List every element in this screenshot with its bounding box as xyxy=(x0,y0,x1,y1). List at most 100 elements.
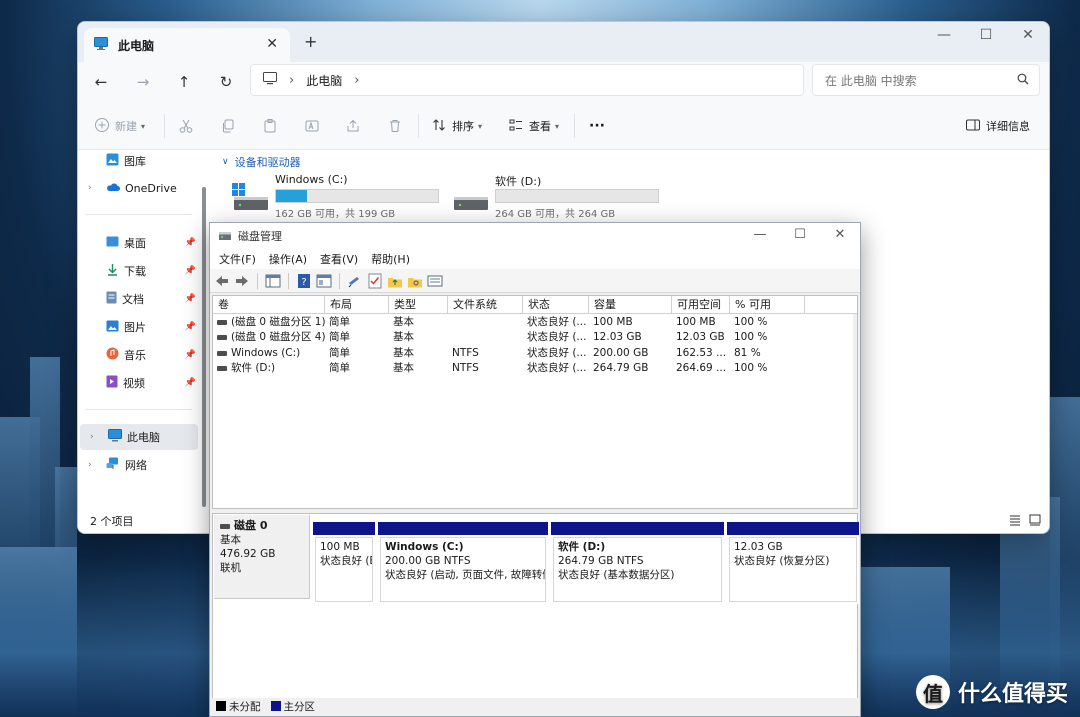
new-button[interactable]: 新建 ▾ xyxy=(94,114,145,138)
connect-icon[interactable] xyxy=(347,273,363,289)
partition-recovery[interactable]: 12.03 GB 状态良好 (恢复分区) xyxy=(727,522,859,604)
table-cell: 软件 (D:) xyxy=(231,362,276,374)
folder-up-icon[interactable] xyxy=(387,273,403,289)
sidebar-item-gallery[interactable]: 图库 xyxy=(78,148,200,174)
sidebar-item-this-pc[interactable]: › 此电脑 xyxy=(80,424,198,450)
column-header-filesystem[interactable]: 文件系统 xyxy=(448,296,523,313)
disk-management-window: 磁盘管理 — ☐ ✕ 文件(F) 操作(A) 查看(V) 帮助(H) ? 卷 布… xyxy=(209,222,861,717)
checklist-icon[interactable] xyxy=(367,273,383,289)
cut-icon[interactable] xyxy=(178,114,194,138)
sidebar-item-label: 下载 xyxy=(124,265,146,278)
close-tab-icon[interactable]: ✕ xyxy=(266,36,278,52)
disk-status: 联机 xyxy=(220,562,241,574)
sidebar-item-onedrive[interactable]: › OneDrive xyxy=(78,175,200,201)
search-input[interactable]: 在 此电脑 中搜索 xyxy=(812,64,1040,96)
table-cell: 简单 xyxy=(329,316,350,328)
address-bar[interactable]: › 此电脑 › xyxy=(250,64,804,96)
table-cell: 264.69 ... xyxy=(676,362,727,374)
volume-icon xyxy=(217,335,227,340)
title-bar: 此电脑 ✕ + — ☐ ✕ xyxy=(78,22,1049,62)
sidebar-item-label: 此电脑 xyxy=(127,431,160,444)
forward-button[interactable]: → xyxy=(129,68,157,96)
sidebar-item-pictures[interactable]: 图片 📌 xyxy=(78,314,200,340)
sort-arrows-icon xyxy=(431,117,447,136)
view-button[interactable]: 查看 ▾ xyxy=(508,114,559,138)
disk-0-label[interactable]: 磁盘 0 基本 476.92 GB 联机 xyxy=(214,515,310,599)
details-view-icon[interactable] xyxy=(1009,514,1021,529)
svg-text:?: ? xyxy=(301,277,306,288)
up-button[interactable]: ↑ xyxy=(170,68,198,96)
item-count: 2 个项目 xyxy=(90,515,134,528)
close-window-button[interactable]: ✕ xyxy=(1007,22,1049,56)
chevron-right-icon[interactable]: › xyxy=(88,183,92,193)
menu-action[interactable]: 操作(A) xyxy=(269,251,307,267)
sidebar-item-music[interactable]: 音乐 📌 xyxy=(78,342,200,368)
drive-d[interactable]: 软件 (D:) 264 GB 可用，共 264 GB xyxy=(450,173,660,220)
table-row[interactable]: (磁盘 0 磁盘分区 1) 简单 基本 状态良好 (... 100 MB 100… xyxy=(213,315,857,330)
sidebar-item-downloads[interactable]: 下载 📌 xyxy=(78,258,200,284)
forward-arrow-icon[interactable] xyxy=(234,273,250,289)
tab-this-pc[interactable]: 此电脑 ✕ xyxy=(84,28,290,62)
sidebar-item-desktop[interactable]: 桌面 📌 xyxy=(78,230,200,256)
chevron-right-icon[interactable]: › xyxy=(90,432,94,442)
column-header-volume[interactable]: 卷 xyxy=(213,296,325,313)
refresh-button[interactable]: ↻ xyxy=(212,68,240,96)
menu-file[interactable]: 文件(F) xyxy=(219,251,256,267)
hard-drive-icon xyxy=(452,183,490,216)
sort-button[interactable]: 排序 ▾ xyxy=(431,114,482,138)
sidebar-item-label: OneDrive xyxy=(125,181,177,195)
back-arrow-icon[interactable] xyxy=(214,273,230,289)
share-icon[interactable] xyxy=(345,114,361,138)
column-header-capacity[interactable]: 容量 xyxy=(589,296,672,313)
list-scrollbar[interactable] xyxy=(853,314,857,508)
view-layout-icon xyxy=(508,117,524,136)
help-icon[interactable]: ? xyxy=(296,273,312,289)
table-row[interactable]: 软件 (D:) 简单 基本 NTFS 状态良好 (... 264.79 GB 2… xyxy=(213,361,857,376)
rename-icon[interactable] xyxy=(304,114,320,138)
sidebar-scrollbar[interactable] xyxy=(202,187,206,507)
folder-search-icon[interactable] xyxy=(407,273,423,289)
column-header-layout[interactable]: 布局 xyxy=(325,296,389,313)
more-options-button[interactable]: ··· xyxy=(589,114,605,138)
maximize-button[interactable]: ☐ xyxy=(965,22,1007,56)
tiles-view-icon[interactable] xyxy=(1029,514,1041,529)
column-header-free-space[interactable]: 可用空间 xyxy=(672,296,730,313)
minimize-button[interactable]: — xyxy=(740,223,780,247)
close-window-button[interactable]: ✕ xyxy=(820,223,860,247)
new-tab-button[interactable]: + xyxy=(304,32,317,51)
chevron-right-icon[interactable]: › xyxy=(88,460,92,470)
column-header-percent-free[interactable]: % 可用 xyxy=(730,296,805,313)
menu-view[interactable]: 查看(V) xyxy=(320,251,358,267)
breadcrumb-separator[interactable]: › xyxy=(354,73,359,88)
table-row[interactable]: Windows (C:) 简单 基本 NTFS 状态良好 (... 200.00… xyxy=(213,346,857,361)
sidebar-item-network[interactable]: › 网络 xyxy=(78,452,200,478)
properties-icon[interactable] xyxy=(316,273,332,289)
legend-swatch-primary xyxy=(270,701,281,711)
drive-c[interactable]: Windows (C:) 162 GB 可用，共 199 GB xyxy=(230,173,440,220)
group-header-devices[interactable]: ∨ 设备和驱动器 xyxy=(222,154,301,170)
maximize-button[interactable]: ☐ xyxy=(780,223,820,247)
table-cell: (磁盘 0 磁盘分区 4) xyxy=(231,331,325,343)
pin-icon: 📌 xyxy=(184,322,196,332)
partition-windows-c[interactable]: Windows (C:) 200.00 GB NTFS 状态良好 (启动, 页面… xyxy=(378,522,548,604)
partition-software-d[interactable]: 软件 (D:) 264.79 GB NTFS 状态良好 (基本数据分区) xyxy=(551,522,724,604)
paste-icon[interactable] xyxy=(262,114,278,138)
copy-icon[interactable] xyxy=(220,114,236,138)
delete-icon[interactable] xyxy=(387,114,403,138)
menu-help[interactable]: 帮助(H) xyxy=(371,251,410,267)
minimize-button[interactable]: — xyxy=(923,22,965,56)
column-header-type[interactable]: 类型 xyxy=(389,296,448,313)
view-settings-icon[interactable] xyxy=(427,273,443,289)
column-header-status[interactable]: 状态 xyxy=(523,296,589,313)
menu-bar: 文件(F) 操作(A) 查看(V) 帮助(H) xyxy=(210,249,860,269)
table-row[interactable]: (磁盘 0 磁盘分区 4) 简单 基本 状态良好 (... 12.03 GB 1… xyxy=(213,330,857,345)
details-pane-button[interactable]: 详细信息 xyxy=(965,114,1030,138)
table-cell: 基本 xyxy=(393,331,414,343)
navigation-bar: ← → ↑ ↻ › 此电脑 › 在 此电脑 中搜索 xyxy=(78,62,1049,102)
console-tree-icon[interactable] xyxy=(265,273,281,289)
partition-efi[interactable]: 100 MB 状态良好 (E xyxy=(313,522,375,604)
sidebar-item-videos[interactable]: 视频 📌 xyxy=(78,370,200,396)
sidebar-item-documents[interactable]: 文档 📌 xyxy=(78,286,200,312)
breadcrumb-this-pc[interactable]: 此电脑 xyxy=(306,72,342,89)
back-button[interactable]: ← xyxy=(87,68,115,96)
